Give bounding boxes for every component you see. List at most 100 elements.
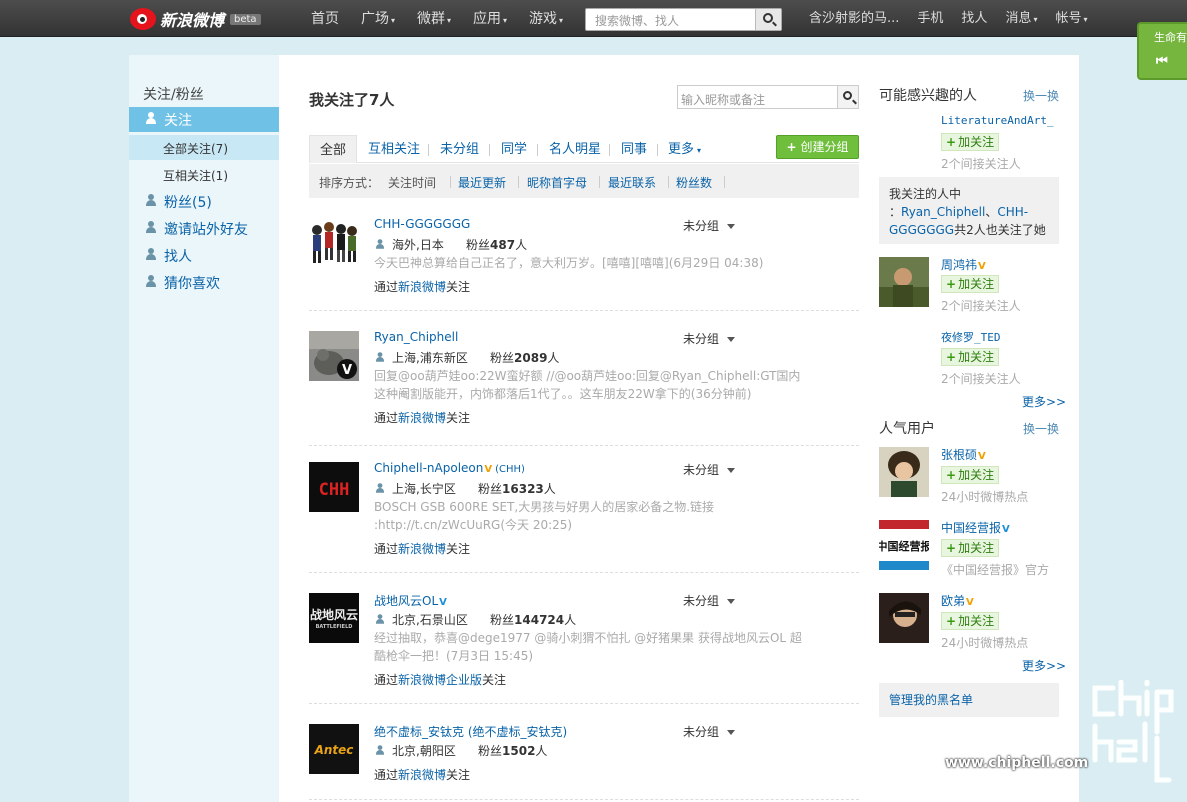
more-suggestions-link[interactable]: 更多>> — [1022, 393, 1066, 410]
nav-find-people[interactable]: 找人 — [952, 0, 996, 39]
life-tab[interactable]: 生命有 ⏮ — [1137, 22, 1187, 80]
verified-icon: V — [966, 597, 974, 608]
sidebar-item-invite[interactable]: 邀请站外好友 — [129, 216, 279, 241]
user-icon — [375, 352, 385, 362]
sort-nickname[interactable]: 昵称首字母 — [527, 174, 587, 191]
via-link[interactable]: 新浪微博企业版 — [398, 673, 482, 687]
main-panel: 我关注了7人 输入昵称或备注 全部 互相关注 未分组 同学 名人明星 同事 更多… — [279, 55, 865, 802]
nav-square[interactable]: 广场 ▾ — [350, 0, 406, 37]
sidebar-item-find[interactable]: 找人 — [129, 243, 279, 268]
avatar[interactable] — [879, 257, 929, 307]
sidebar-item-mutual[interactable]: 互相关注(1) — [129, 162, 279, 187]
user-icon — [375, 239, 385, 249]
avatar[interactable] — [879, 447, 929, 497]
tab-more[interactable]: 更多 ▾ — [668, 135, 701, 163]
tab-classmates[interactable]: 同学 — [501, 135, 527, 163]
via-link[interactable]: 新浪微博 — [398, 768, 446, 782]
nav-user[interactable]: 含沙射影的马... — [800, 0, 908, 39]
sort-follow-time[interactable]: 关注时间 — [388, 174, 436, 191]
refresh-suggestions-link[interactable]: 换一换 — [1023, 87, 1059, 104]
latest-status: 回复@oo葫芦娃oo:22W蛮好额 //@oo葫芦娃oo:回复@Ryan_Chi… — [374, 369, 801, 401]
avatar[interactable]: 中国经营报 — [879, 520, 929, 570]
suggest-name[interactable]: LiteratureAndArt_ — [941, 114, 1054, 127]
sort-bar: 排序方式： 关注时间 最近更新 昵称首字母 最近联系 粉丝数 — [309, 164, 859, 198]
follow-search-button[interactable] — [837, 86, 858, 108]
plus-icon: + — [946, 277, 957, 291]
tab-mutual[interactable]: 互相关注 — [368, 135, 420, 163]
popular-name[interactable]: 欧弟 — [941, 594, 965, 608]
follow-search-input[interactable]: 输入昵称或备注 — [677, 85, 859, 109]
popular-name[interactable]: 中国经营报 — [941, 521, 1001, 535]
svg-text:Antec: Antec — [314, 743, 354, 757]
avatar[interactable] — [309, 216, 359, 266]
nav-group[interactable]: 微群 ▾ — [406, 0, 462, 37]
user-name-link[interactable]: Ryan_Chiphell — [374, 330, 458, 344]
follow-button[interactable]: + 加关注 — [941, 539, 999, 557]
via-link[interactable]: 新浪微博 — [398, 411, 446, 425]
nav-messages[interactable]: 消息 ▾ — [996, 0, 1046, 39]
create-group-button[interactable]: + 创建分组 — [776, 135, 859, 159]
group-select[interactable]: 未分组 — [683, 723, 736, 740]
avatar[interactable]: Antec — [309, 724, 359, 774]
follow-button[interactable]: + 加关注 — [941, 612, 999, 630]
sidebar-item-fans[interactable]: 粉丝(5) — [129, 189, 279, 214]
nav-apps[interactable]: 应用 ▾ — [462, 0, 518, 37]
sort-recent-update[interactable]: 最近更新 — [458, 174, 506, 191]
sidebar-item-following[interactable]: 关注 — [129, 107, 279, 132]
tab-celebrities[interactable]: 名人明星 — [549, 135, 601, 163]
via-link[interactable]: 新浪微博 — [398, 280, 446, 294]
follow-button[interactable]: + 加关注 — [941, 275, 999, 293]
location: 北京,朝阳区 — [374, 742, 456, 759]
nav-mobile[interactable]: 手机 — [908, 0, 952, 39]
nav-account[interactable]: 帐号 ▾ — [1046, 0, 1096, 39]
weibo-logo[interactable]: 新浪微博 beta — [130, 7, 261, 31]
avatar[interactable] — [879, 593, 929, 643]
user-name-link[interactable]: Chiphell-nApoleon — [374, 461, 483, 475]
follow-row: CHH Chiphell-nApoleonV (CHH) 未分组 上海,长宁区 粉… — [309, 460, 859, 573]
group-select[interactable]: 未分组 — [683, 461, 736, 478]
top-bar: 新浪微博 beta 首页 广场 ▾ 微群 ▾ 应用 ▾ 游戏 ▾ 搜索微博、找人 含沙射… — [0, 0, 1187, 37]
group-select[interactable]: 未分组 — [683, 330, 736, 347]
nav-games[interactable]: 游戏 ▾ — [518, 0, 574, 37]
group-select[interactable]: 未分组 — [683, 217, 736, 234]
skip-back-icon: ⏮ — [1156, 54, 1168, 69]
user-name-link[interactable]: 绝不虚标_安钛克 (绝不虚标_安钛克) — [374, 723, 567, 740]
follow-button[interactable]: + 加关注 — [941, 466, 999, 484]
plus-icon: + — [946, 135, 957, 149]
chevron-down-icon: ▾ — [1083, 15, 1088, 24]
avatar[interactable]: CHH — [309, 462, 359, 512]
more-popular-link[interactable]: 更多>> — [1022, 657, 1066, 674]
follow-button[interactable]: + 加关注 — [941, 133, 999, 151]
refresh-popular-link[interactable]: 换一换 — [1023, 420, 1059, 437]
sidebar-item-guess[interactable]: 猜你喜欢 — [129, 270, 279, 295]
user-name-link[interactable]: CHH-GGGGGGG — [374, 217, 470, 231]
popular-name[interactable]: 张根硕 — [941, 448, 977, 462]
mutual-user-link[interactable]: CHH- — [997, 205, 1028, 219]
avatar[interactable]: V — [309, 331, 359, 381]
avatar[interactable]: 战地风云 BATTLEFIELD — [309, 593, 359, 643]
via-link[interactable]: 新浪微博 — [398, 542, 446, 556]
latest-status: 经过抽取，恭喜@dege1977 @骑小刺猬不怕扎 @好猪果果 获得战地风云OL… — [374, 631, 802, 663]
suggest-name[interactable]: 周鸿祎 — [941, 258, 977, 272]
tab-ungrouped[interactable]: 未分组 — [440, 135, 479, 163]
follow-row: V Ryan_Chiphell 未分组 上海,浦东新区 粉丝2089人 回复@o… — [309, 329, 859, 446]
location: 海外,日本 — [374, 236, 444, 253]
chevron-down-icon: ▾ — [391, 16, 396, 25]
sort-recent-contact[interactable]: 最近联系 — [608, 174, 656, 191]
tab-colleagues[interactable]: 同事 — [621, 135, 647, 163]
top-search-input[interactable]: 搜索微博、找人 — [585, 8, 782, 31]
tab-all[interactable]: 全部 — [309, 135, 358, 163]
mutual-user-link[interactable]: GGGGGGG — [889, 223, 954, 237]
svg-text:中国经营报: 中国经营报 — [879, 539, 929, 553]
sort-fans[interactable]: 粉丝数 — [676, 174, 712, 191]
chiphell-watermark: www.chiphell.com — [945, 680, 1185, 790]
nav-home[interactable]: 首页 — [300, 0, 350, 37]
user-icon — [375, 745, 385, 755]
group-select[interactable]: 未分组 — [683, 592, 736, 609]
sidebar-item-all-following[interactable]: 全部关注(7) — [129, 135, 279, 160]
user-name-link[interactable]: 战地风云OL — [374, 594, 438, 608]
top-search-button[interactable] — [755, 9, 781, 30]
suggest-name[interactable]: 夜修罗_TED — [941, 329, 1001, 345]
follow-button[interactable]: + 加关注 — [941, 348, 999, 366]
mutual-user-link[interactable]: Ryan_Chiphell — [901, 205, 985, 219]
